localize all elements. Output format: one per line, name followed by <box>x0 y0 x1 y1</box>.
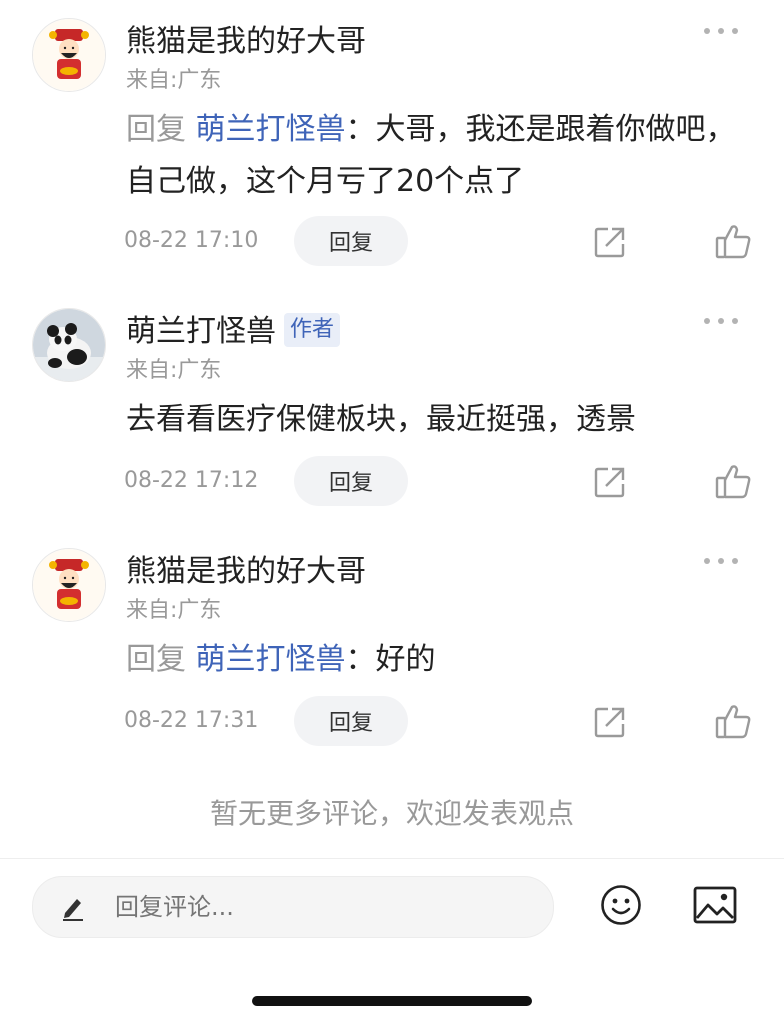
location-label: 来自:广东 <box>126 68 222 93</box>
reply-prefix: 回复 <box>126 642 196 677</box>
comment-text: 回复 萌兰打怪兽：大哥，我还是跟着你做吧，自己做，这个月亏了20个点了 <box>126 104 736 208</box>
comment-body: 好的 <box>375 642 436 677</box>
reply-separator: ： <box>345 642 376 677</box>
comment-text: 回复 萌兰打怪兽：好的 <box>126 634 736 686</box>
reply-button[interactable]: 回复 <box>294 696 408 746</box>
pencil-icon <box>63 899 83 921</box>
reply-input-bar[interactable] <box>32 876 554 938</box>
image-icon[interactable] <box>693 886 737 924</box>
no-more-comments-text: 暂无更多评论，欢迎发表观点 <box>209 797 574 830</box>
more-dots-icon[interactable] <box>704 554 738 566</box>
comment-item: 熊猫是我的好大哥 来自:广东 回复 萌兰打怪兽：好的 08-22 17:31 回… <box>0 530 784 790</box>
username-text[interactable]: 萌兰打怪兽 <box>126 314 276 349</box>
reply-target-link[interactable]: 萌兰打怪兽 <box>196 642 346 677</box>
timestamp: 08-22 17:31 <box>124 708 259 733</box>
reply-target-link[interactable]: 萌兰打怪兽 <box>196 112 346 147</box>
comment-text: 去看看医疗保健板块，最近挺强，透景 <box>126 394 736 446</box>
thumbs-up-icon[interactable] <box>714 222 752 260</box>
smiley-icon[interactable] <box>600 884 642 926</box>
share-icon[interactable] <box>592 704 628 740</box>
username[interactable]: 萌兰打怪兽 作者 <box>126 306 341 350</box>
share-icon[interactable] <box>592 224 628 260</box>
username-text[interactable]: 熊猫是我的好大哥 <box>126 554 366 589</box>
location-label: 来自:广东 <box>126 358 222 383</box>
divider <box>0 858 784 859</box>
home-indicator <box>252 996 532 1006</box>
location-label: 来自:广东 <box>126 598 222 623</box>
thumbs-up-icon[interactable] <box>714 702 752 740</box>
thumbs-up-icon[interactable] <box>714 462 752 500</box>
panda-avatar-icon[interactable] <box>32 308 106 382</box>
timestamp: 08-22 17:10 <box>124 228 259 253</box>
comment-item: 熊猫是我的好大哥 来自:广东 回复 萌兰打怪兽：大哥，我还是跟着你做吧，自己做，… <box>0 0 784 266</box>
timestamp: 08-22 17:12 <box>124 468 259 493</box>
reply-prefix: 回复 <box>126 112 196 147</box>
author-badge: 作者 <box>284 312 341 347</box>
more-dots-icon[interactable] <box>704 24 738 36</box>
username[interactable]: 熊猫是我的好大哥 <box>126 546 366 590</box>
reply-input[interactable] <box>115 877 515 937</box>
username[interactable]: 熊猫是我的好大哥 <box>126 16 366 60</box>
reply-button[interactable]: 回复 <box>294 216 408 266</box>
reply-separator: ： <box>345 112 376 147</box>
username-text[interactable]: 熊猫是我的好大哥 <box>126 24 366 59</box>
fortune-god-avatar-icon[interactable] <box>32 548 106 622</box>
share-icon[interactable] <box>592 464 628 500</box>
comment-body: 去看看医疗保健板块，最近挺强，透景 <box>126 402 636 437</box>
reply-button[interactable]: 回复 <box>294 456 408 506</box>
fortune-god-avatar-icon[interactable] <box>32 18 106 92</box>
more-dots-icon[interactable] <box>704 314 738 326</box>
comment-item: 萌兰打怪兽 作者 来自:广东 去看看医疗保健板块，最近挺强，透景 08-22 17… <box>0 290 784 550</box>
